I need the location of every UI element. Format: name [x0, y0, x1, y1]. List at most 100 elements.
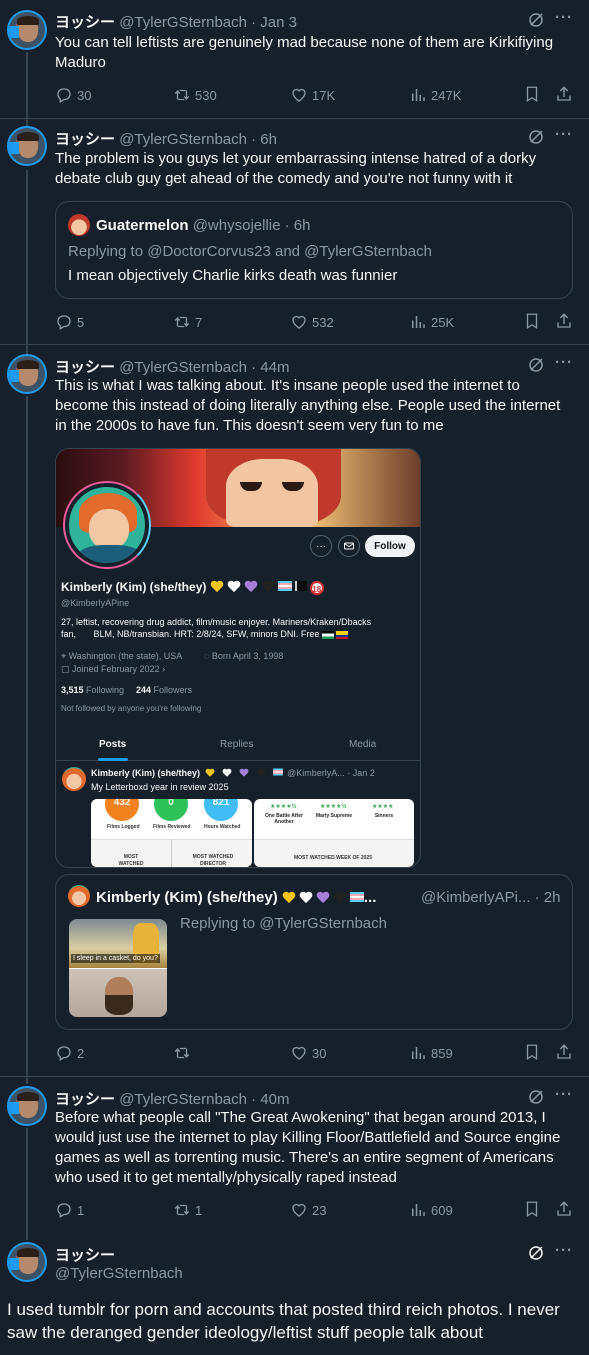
- retweet-button[interactable]: 530: [173, 85, 217, 105]
- retweet-count: 7: [195, 314, 203, 330]
- tab-posts: Posts: [99, 739, 127, 750]
- display-name[interactable]: ヨッシー: [55, 1091, 115, 1108]
- attached-image[interactable]: ··· Follow Kimberly (Kim) (she/they) 18 …: [55, 448, 421, 868]
- bookmark-icon[interactable]: [523, 312, 541, 330]
- handle[interactable]: @TylerGSternbach: [119, 131, 247, 148]
- profile-name: Kimberly (Kim) (she/they) 18: [61, 580, 324, 595]
- share-icon[interactable]: [555, 312, 573, 330]
- reply-count: 1: [77, 1202, 85, 1218]
- quote-text: I mean objectively Charlie kirks death w…: [68, 267, 398, 284]
- tweet[interactable]: ヨッシー @TylerGSternbach · 40m ··· Before w…: [0, 1076, 589, 1232]
- grok-icon[interactable]: [527, 128, 545, 146]
- retweet-button[interactable]: [173, 1043, 195, 1063]
- timestamp: · 6h: [284, 217, 311, 234]
- post-text: My Letterboxd year in review 2025: [91, 782, 229, 792]
- reply-button[interactable]: 30: [55, 85, 91, 105]
- timestamp[interactable]: · 40m: [251, 1091, 289, 1108]
- avatar[interactable]: [7, 10, 47, 50]
- heart-icon: [292, 1203, 306, 1217]
- replying-to: Replying to @DoctorCorvus23 and @TylerGS…: [68, 243, 432, 260]
- profile-bio: 27, leftist, recovering drug addict, fil…: [61, 617, 372, 627]
- views-button[interactable]: 25K: [409, 312, 454, 332]
- focus-handle[interactable]: @TylerGSternbach: [55, 1265, 183, 1282]
- share-icon[interactable]: [555, 85, 573, 103]
- views-count: 859: [431, 1045, 453, 1061]
- tweet-header: ヨッシー @TylerGSternbach · Jan 3: [55, 11, 297, 32]
- timestamp[interactable]: · 44m: [251, 359, 289, 376]
- age-badge: 18: [309, 580, 324, 595]
- grok-icon[interactable]: [527, 1244, 545, 1262]
- avatar[interactable]: [7, 1242, 47, 1282]
- views-icon: [412, 1047, 425, 1059]
- views-button[interactable]: 247K: [409, 85, 461, 105]
- display-name[interactable]: ヨッシー: [55, 359, 115, 376]
- reply-icon: [57, 88, 71, 103]
- tweet-text: This is what I was talking about. It's i…: [55, 377, 561, 434]
- more-icon[interactable]: ···: [555, 1086, 573, 1103]
- reply-button[interactable]: 2: [55, 1043, 84, 1063]
- share-icon[interactable]: [555, 1200, 573, 1218]
- more-icon[interactable]: ···: [555, 9, 573, 26]
- views-icon: [412, 89, 425, 101]
- grok-icon[interactable]: [527, 11, 545, 29]
- followers-stat: 244 Followers: [136, 685, 193, 695]
- retweet-button[interactable]: 1: [173, 1200, 202, 1220]
- like-button[interactable]: 30: [290, 1043, 326, 1063]
- reply-icon: [57, 1203, 71, 1218]
- bookmark-icon[interactable]: [523, 85, 541, 103]
- bookmark-icon[interactable]: [523, 1043, 541, 1061]
- more-icon[interactable]: ···: [555, 126, 573, 143]
- tweet-text: The problem is you guys let your embarra…: [55, 150, 537, 187]
- handle[interactable]: @TylerGSternbach: [119, 359, 247, 376]
- more-icon[interactable]: ···: [555, 1242, 573, 1259]
- more-icon[interactable]: ···: [555, 354, 573, 371]
- profile-handle: @KimberlyAPine: [61, 598, 130, 608]
- like-button[interactable]: 17K: [290, 85, 335, 105]
- tweet-text: You can tell leftists are genuinely mad …: [55, 34, 554, 71]
- grok-icon[interactable]: [527, 1088, 545, 1106]
- like-button[interactable]: 23: [290, 1200, 326, 1220]
- grok-icon[interactable]: [527, 356, 545, 374]
- display-name[interactable]: ヨッシー: [55, 131, 115, 148]
- avatar[interactable]: [7, 1086, 47, 1126]
- profile-birthday: ◌ Born April 3, 1998: [204, 651, 284, 661]
- share-icon[interactable]: [555, 1043, 573, 1061]
- views-count: 609: [431, 1202, 453, 1218]
- tab-media: Media: [349, 739, 377, 750]
- focus-name[interactable]: ヨッシー: [55, 1244, 115, 1265]
- reply-icon: [57, 315, 71, 330]
- views-button[interactable]: 609: [409, 1200, 453, 1220]
- handle[interactable]: @TylerGSternbach: [119, 14, 247, 31]
- display-name[interactable]: ヨッシー: [55, 14, 115, 31]
- like-button[interactable]: 532: [290, 312, 334, 332]
- timestamp[interactable]: · 6h: [251, 131, 277, 148]
- reply-button[interactable]: 1: [55, 1200, 84, 1220]
- replying-to: Replying to @TylerGSternbach: [180, 915, 387, 932]
- reply-button[interactable]: 5: [55, 312, 84, 332]
- retweet-button[interactable]: 7: [173, 312, 202, 332]
- avatar[interactable]: [7, 126, 47, 166]
- quote-tweet[interactable]: Guatermelon @whysojellie · 6h Replying t…: [55, 201, 573, 299]
- views-button[interactable]: 859: [409, 1043, 453, 1063]
- stat-hours-watched: 821: [204, 799, 238, 821]
- timestamp: · 2h: [534, 889, 561, 906]
- quote-header: Kimberly (Kim) (she/they) ...: [96, 889, 377, 906]
- timestamp[interactable]: · Jan 3: [251, 14, 297, 31]
- heart-icon: [292, 1046, 306, 1060]
- reply-icon: [57, 1046, 71, 1061]
- quote-handle: @KimberlyAPi... · 2h: [421, 889, 560, 906]
- like-count: 30: [312, 1045, 327, 1061]
- handle[interactable]: @TylerGSternbach: [119, 1091, 247, 1108]
- reply-count: 5: [77, 314, 85, 330]
- quote-tweet[interactable]: Kimberly (Kim) (she/they) ... @KimberlyA…: [55, 874, 573, 1030]
- avatar[interactable]: [7, 354, 47, 394]
- bookmark-icon[interactable]: [523, 1200, 541, 1218]
- like-count: 532: [312, 314, 334, 330]
- tweet-header: ヨッシー @TylerGSternbach · 40m: [55, 1088, 289, 1109]
- like-count: 23: [312, 1202, 327, 1218]
- tweet[interactable]: ヨッシー @TylerGSternbach · Jan 3 ··· You ca…: [0, 0, 589, 120]
- message-icon: [338, 535, 360, 557]
- letterboxd-card: 432 0 821 Films Logged Films Reviewed Ho…: [91, 799, 252, 867]
- tweet[interactable]: ヨッシー @TylerGSternbach · 6h ··· The probl…: [0, 118, 589, 346]
- like-count: 17K: [312, 87, 336, 103]
